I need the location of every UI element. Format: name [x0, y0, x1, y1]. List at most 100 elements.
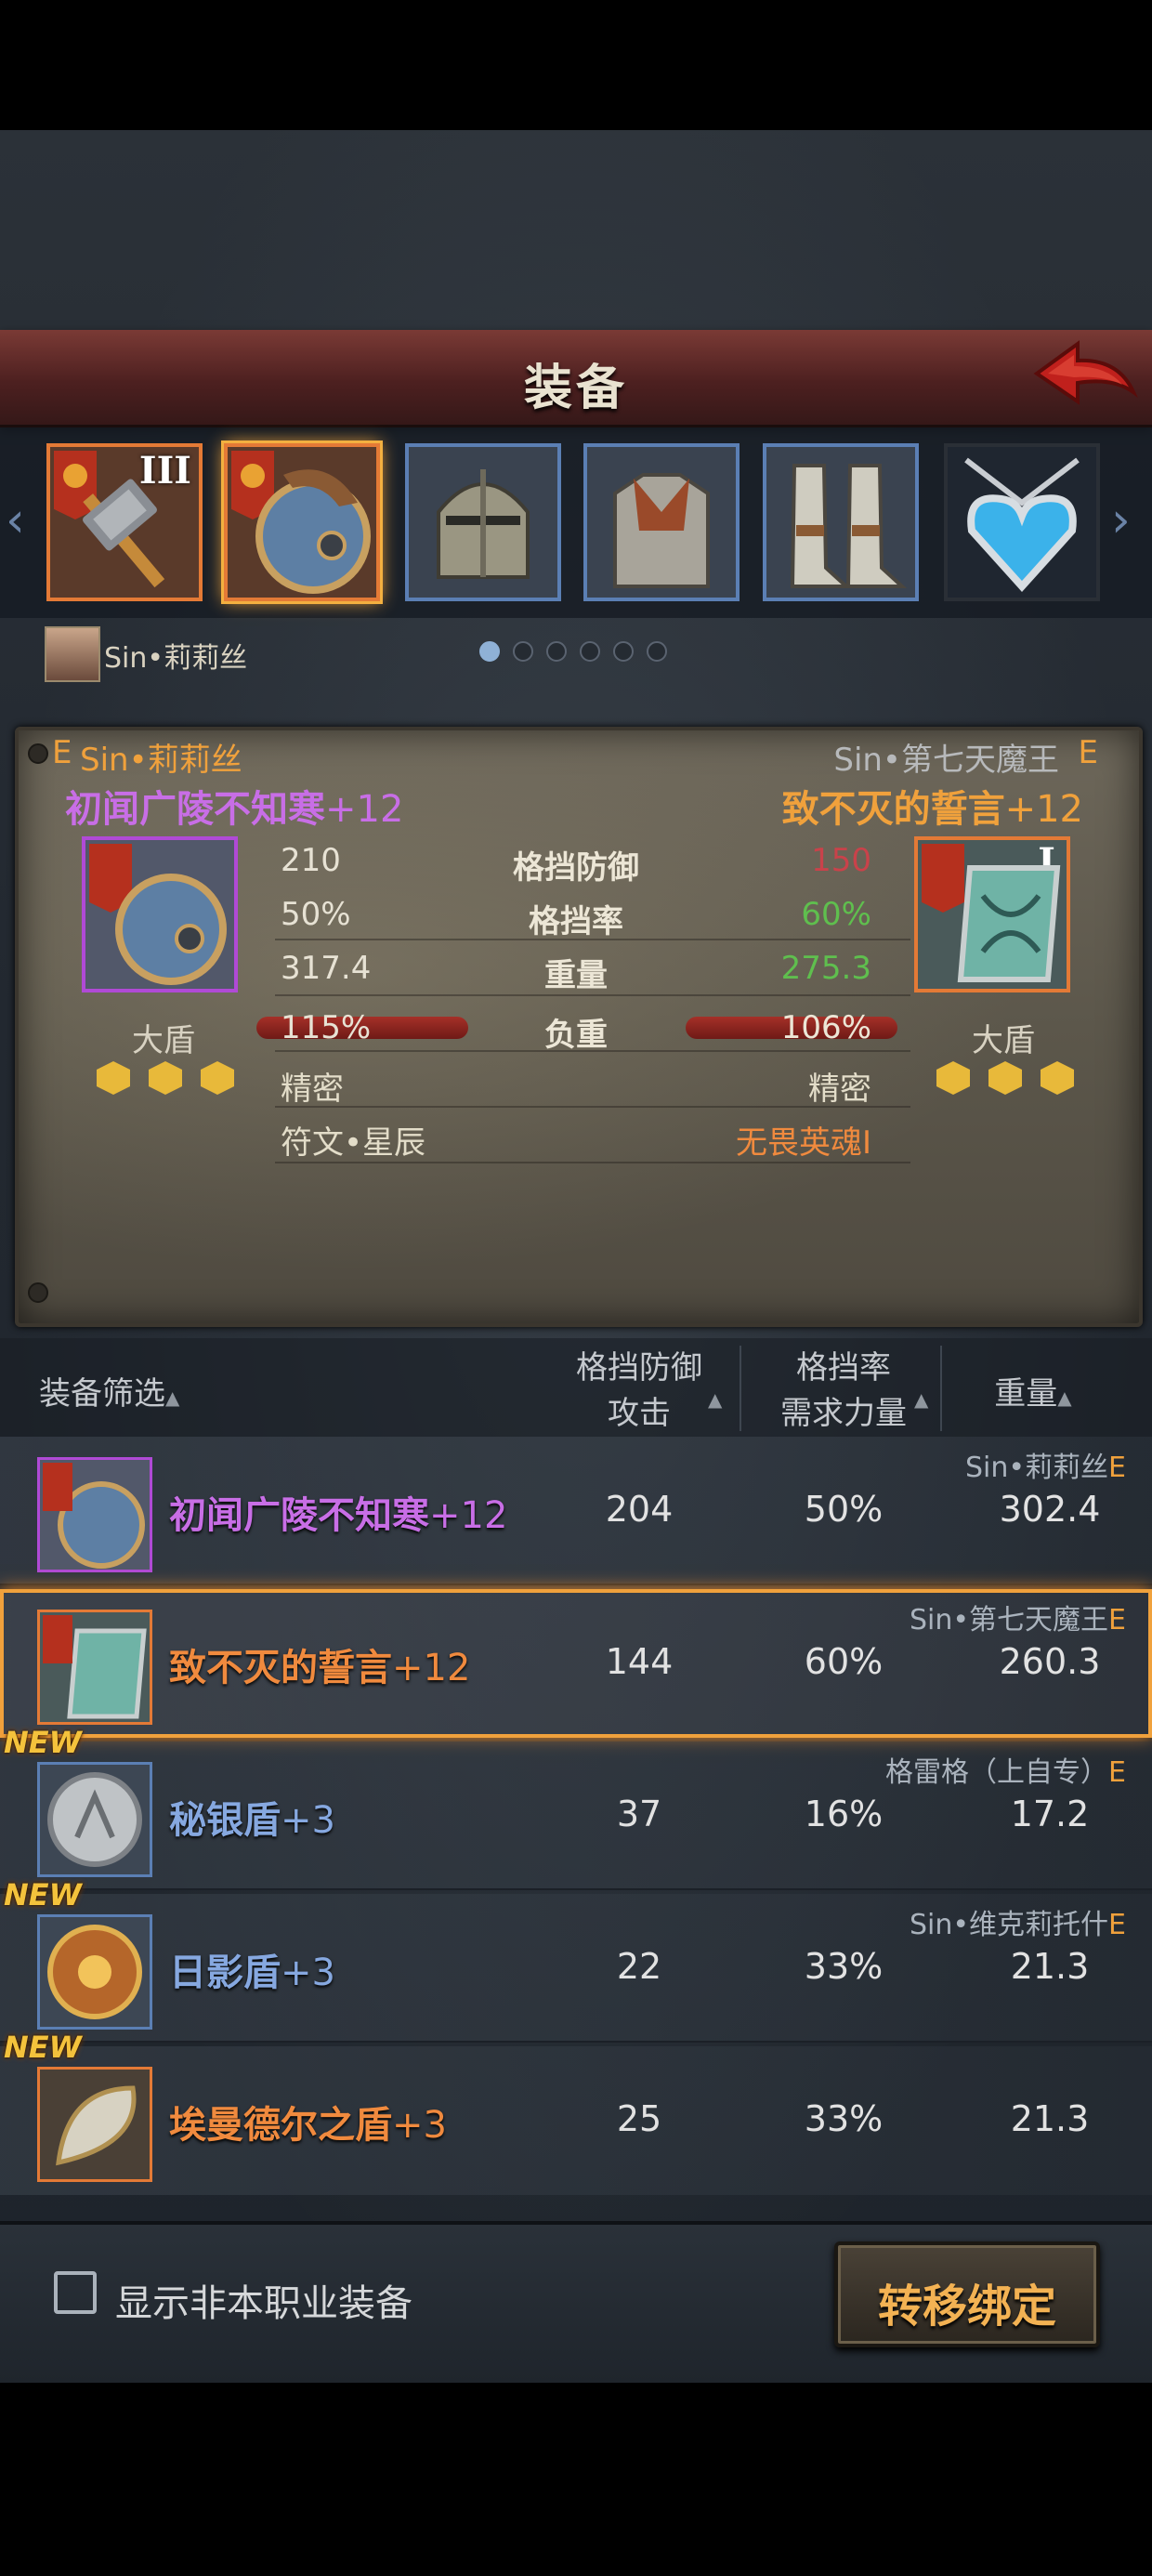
divider [740, 1346, 741, 1431]
new-badge: NEW [4, 1725, 82, 1760]
item-icon [37, 2067, 152, 2182]
item-owner-grade: E [1108, 1452, 1126, 1484]
right-item-title: 致不灭的誓言+12 [782, 779, 1083, 833]
left-load: 115% [281, 1009, 372, 1046]
item-icon [37, 1610, 152, 1725]
item-name: 埃曼德尔之盾+3 [169, 2095, 447, 2149]
label-block-rate: 格挡率 [529, 903, 623, 940]
filter-button[interactable]: 装备筛选▲ [39, 1368, 179, 1413]
slot-weapon[interactable]: III [46, 443, 203, 601]
page-dot[interactable] [580, 641, 600, 662]
war-hammer-icon [83, 479, 165, 588]
list-item[interactable]: Sin•莉莉丝E 初闻广陵不知寒+12 204 50% 302.4 [0, 1437, 1152, 1585]
page-dot[interactable] [479, 641, 500, 662]
left-grade: E [52, 734, 72, 771]
item-name-text: 秘银盾 [169, 1799, 281, 1842]
chainmail-armor-icon [613, 473, 710, 588]
eagle-shield-icon [56, 2085, 137, 2166]
slot-boots[interactable] [763, 443, 919, 601]
item-owner-name: Sin•莉莉丝 [964, 1452, 1109, 1484]
sort-triangle-icon: ▲ [1057, 1387, 1072, 1409]
col3-label: 重量 [994, 1375, 1058, 1413]
sort-col3-button[interactable]: 重量▲ [959, 1368, 1107, 1413]
list-item[interactable]: 格雷格（上自专）E NEW 秘银盾+3 37 16% 17.2 [0, 1725, 1152, 1890]
sort-col1-button[interactable]: 格挡防御 攻击 [557, 1342, 721, 1433]
item-icon [37, 1914, 152, 2030]
item-plus: +12 [429, 1494, 508, 1537]
item-plus: +12 [392, 1647, 471, 1689]
left-weight: 317.4 [281, 950, 372, 987]
right-grade: E [1078, 734, 1098, 771]
slot-amulet[interactable] [944, 443, 1100, 601]
transfer-binding-button[interactable]: 转移绑定 [834, 2241, 1100, 2347]
item-weight: 17.2 [1010, 1794, 1090, 1834]
item-block-rate: 50% [804, 1489, 884, 1530]
title-bar: 装备 [0, 330, 1152, 427]
list-item[interactable]: Sin•维克莉托什E NEW 日影盾+3 22 33% 21.3 [0, 1877, 1152, 2043]
col1-bottom-label: 攻击 [608, 1395, 671, 1432]
slot-scroll-left-icon[interactable]: ‹ [6, 493, 25, 548]
item-owner: Sin•莉莉丝E [965, 1444, 1126, 1485]
page-title: 装备 [523, 361, 628, 416]
page-dot[interactable] [513, 641, 533, 662]
slot-armor[interactable] [583, 443, 740, 601]
slot-helmet[interactable] [405, 443, 561, 601]
page-dot[interactable] [546, 641, 567, 662]
back-button[interactable] [1029, 336, 1141, 418]
item-name-text: 致不灭的誓言 [169, 1647, 392, 1689]
list-item-selected[interactable]: Sin•第七天魔王E 致不灭的誓言+12 144 60% 260.3 [0, 1589, 1152, 1738]
page-dot[interactable] [613, 641, 634, 662]
sort-triangle-icon: ▲ [165, 1387, 180, 1409]
left-item-icon[interactable] [82, 836, 238, 992]
item-icon [37, 1457, 152, 1572]
item-block-rate: 33% [804, 2098, 884, 2139]
item-weight: 302.4 [999, 1489, 1101, 1530]
slot-offhand-shield[interactable] [224, 443, 380, 601]
page-dot[interactable] [647, 641, 667, 662]
slot-scroll-right-icon[interactable]: › [1111, 493, 1131, 548]
list-item[interactable]: NEW 埃曼德尔之盾+3 25 33% 21.3 [0, 2030, 1152, 2195]
item-owner-grade: E [1108, 1604, 1126, 1636]
item-block-def: 144 [605, 1641, 674, 1682]
item-name: 秘银盾+3 [169, 1790, 335, 1844]
right-item-type: 大盾 [972, 1022, 1035, 1059]
right-owner: Sin•第七天魔王 [833, 742, 1059, 779]
item-owner-name: 格雷格（上自专） [885, 1756, 1109, 1789]
round-shield-icon [115, 874, 227, 985]
item-block-def: 37 [616, 1794, 662, 1834]
show-other-class-checkbox[interactable] [54, 2271, 97, 2314]
filter-label: 装备筛选 [39, 1375, 165, 1413]
right-item-icon[interactable]: I [914, 836, 1070, 992]
item-plus: +3 [281, 1799, 335, 1842]
item-icon [37, 1762, 152, 1877]
greaves-icon [790, 464, 908, 588]
col2-bottom-label: 需求力量 [780, 1395, 907, 1432]
right-block-rate: 60% [801, 896, 871, 933]
new-badge: NEW [4, 1877, 82, 1912]
tower-shield-icon [957, 865, 1061, 982]
silver-shield-icon [47, 1772, 142, 1867]
item-name-text: 埃曼德尔之盾 [169, 2104, 392, 2147]
item-owner: 格雷格（上自专）E [885, 1749, 1126, 1790]
left-owner: Sin•莉莉丝 [80, 742, 242, 779]
heart-amulet-icon [964, 457, 1080, 592]
avatar [45, 626, 100, 682]
right-block-def: 150 [811, 842, 871, 879]
sort-col2-button[interactable]: 格挡率 需求力量 [762, 1342, 925, 1433]
left-item-plus: +12 [325, 788, 404, 831]
transfer-binding-label: 转移绑定 [877, 2280, 1056, 2333]
right-weight: 275.3 [780, 950, 871, 987]
checkbox-label: 显示非本职业装备 [115, 2282, 412, 2325]
item-plus: +3 [392, 2104, 447, 2147]
item-name-text: 初闻广陵不知寒 [169, 1494, 429, 1537]
item-weight: 21.3 [1010, 1946, 1090, 1987]
item-owner-grade: E [1108, 1909, 1126, 1941]
round-shield-icon [43, 1463, 145, 1569]
item-weight: 21.3 [1010, 2098, 1090, 2139]
label-weight: 重量 [544, 957, 608, 994]
round-shield-icon [255, 469, 371, 594]
divider [940, 1346, 942, 1431]
sort-triangle-icon: ▲ [708, 1388, 723, 1411]
divider [0, 2041, 1152, 2043]
item-block-rate: 60% [804, 1641, 884, 1682]
